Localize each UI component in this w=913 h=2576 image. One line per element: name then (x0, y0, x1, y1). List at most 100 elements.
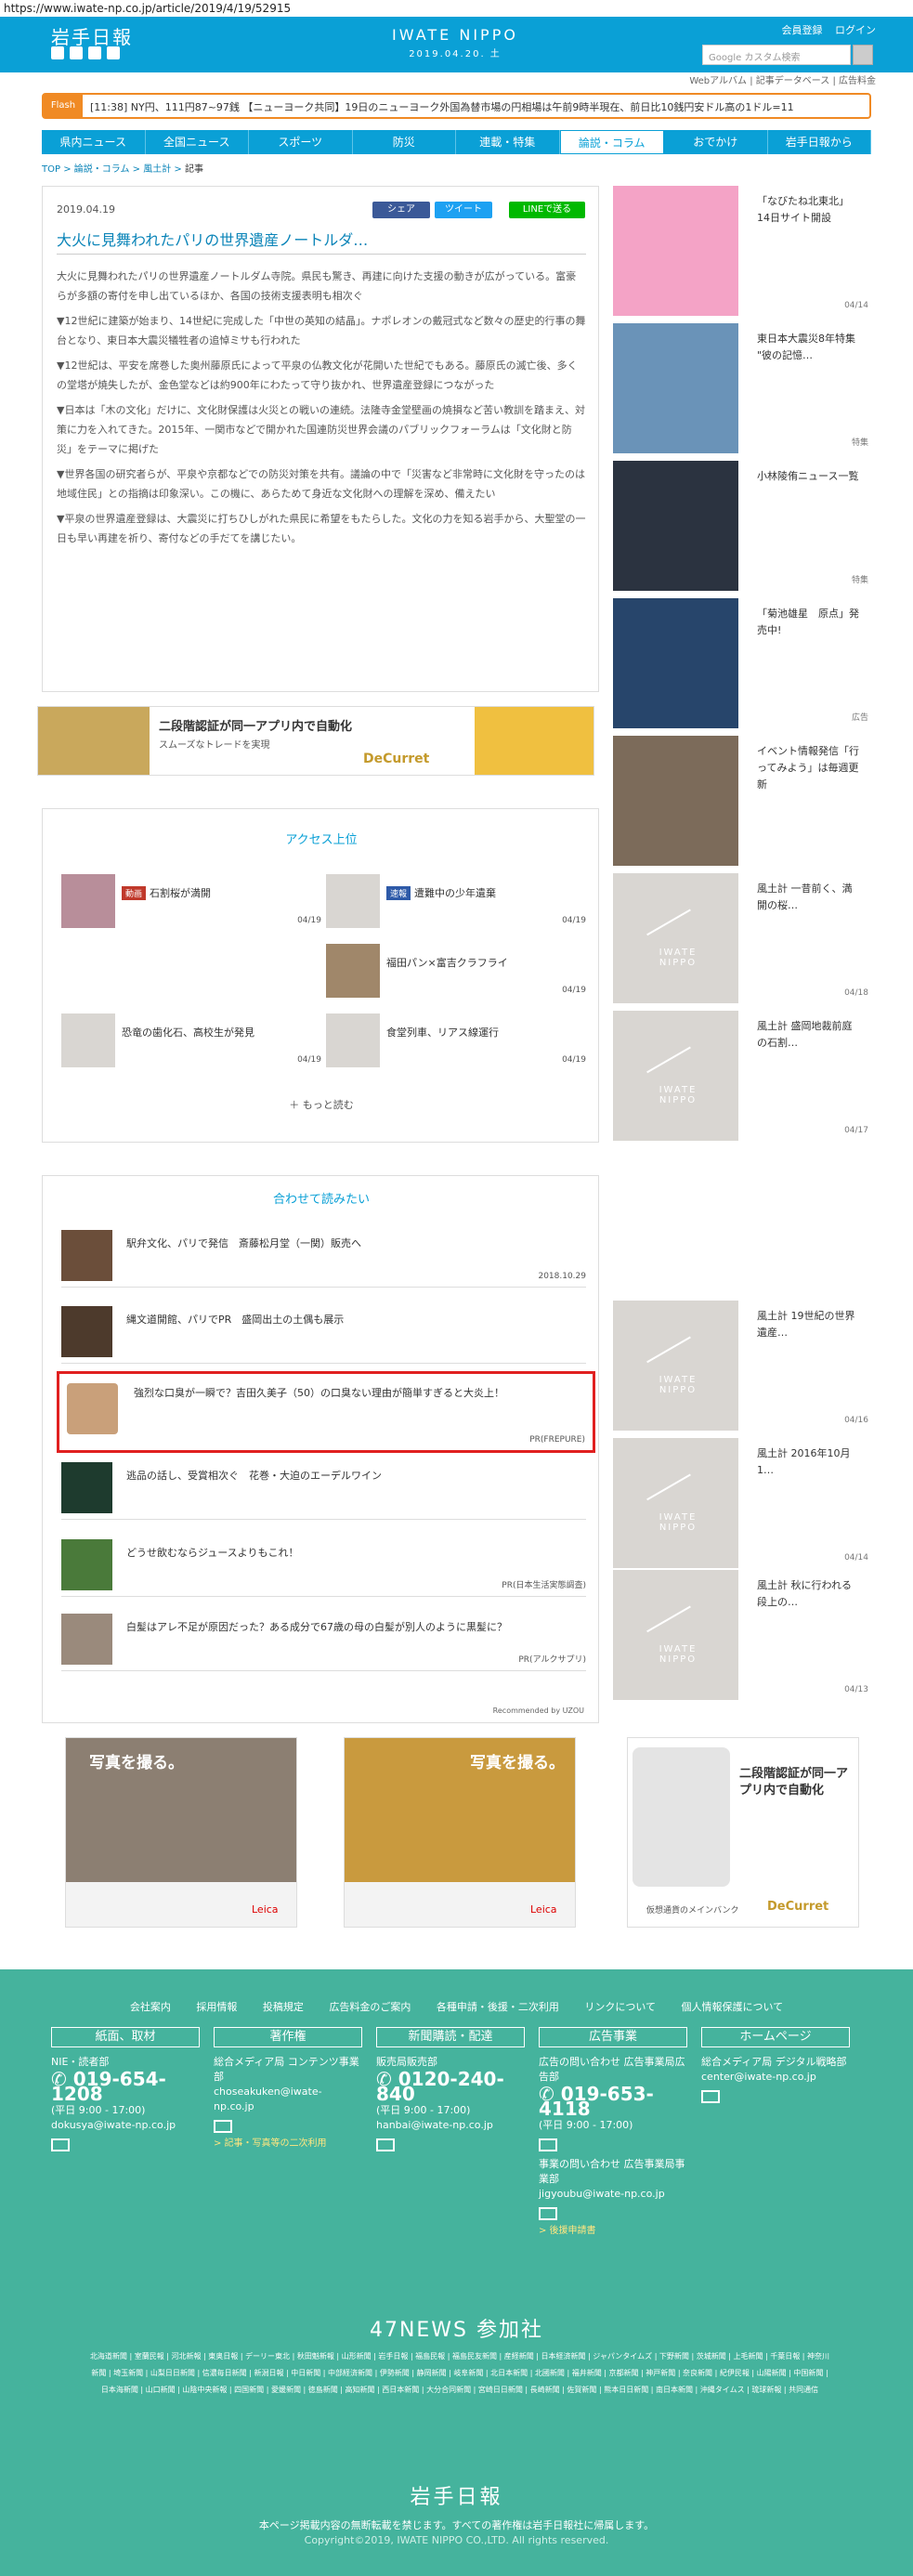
sidebar-date: 04/17 (844, 1126, 868, 1135)
web-album-link[interactable]: Webアルバム (689, 76, 747, 86)
nav-series[interactable]: 連載・特集 (456, 130, 560, 154)
contact-email[interactable]: jigyoubu@iwate-np.co.jp (539, 2187, 687, 2202)
nav-prefecture-news[interactable]: 県内ニュース (42, 130, 146, 154)
breadcrumb-editorial[interactable]: 論説・コラム (74, 164, 130, 175)
sidebar-item[interactable]: IWATE NIPPO 風土計 盛岡地裁前庭の石割… 04/17 (613, 1011, 878, 1141)
mail-icon[interactable] (214, 2120, 232, 2133)
contact-email[interactable]: center@iwate-np.co.jp (701, 2070, 850, 2085)
search-button[interactable] (853, 45, 873, 65)
login-link[interactable]: ログイン (835, 24, 876, 36)
read-more-button[interactable]: ＋ もっと読む (43, 1097, 600, 1112)
related-item[interactable]: 白髪はアレ不足が原因だった？ある成分で67歳の母の白髪が別人のように黒髪に？ P… (61, 1606, 586, 1671)
mail-icon[interactable] (376, 2138, 395, 2151)
sidebar-item[interactable]: 「菊池雄星 原点」発売中! 広告 (613, 598, 878, 728)
facebook-icon[interactable] (70, 46, 83, 59)
banner-ad[interactable]: 二段階認証が同一アプリ内で自動化 スムーズなトレードを実現 DeCurret (37, 706, 594, 776)
nav-editorial[interactable]: 論説・コラム (559, 130, 664, 154)
footer-link[interactable]: 採用情報 (196, 2001, 237, 2013)
line-share-button[interactable]: LINEで送る (509, 202, 585, 218)
nav-national-news[interactable]: 全国ニュース (146, 130, 249, 154)
footer-link[interactable]: リンクについて (584, 2001, 656, 2013)
footer-link[interactable]: 会社案内 (130, 2001, 171, 2013)
ranking-item[interactable]: 速報 遭難中の少年遺棄 04/19 (326, 874, 586, 930)
breadcrumb-top[interactable]: TOP (42, 164, 60, 175)
highlighted-ad-item[interactable]: 強烈な口臭が一瞬で？吉田久美子（50）の口臭ない理由が簡単すぎると大炎上！ PR… (57, 1371, 595, 1453)
contact-heading: ホームページ (701, 2027, 850, 2047)
nav-sports[interactable]: スポーツ (249, 130, 353, 154)
ranking-item[interactable]: 福田パン×富吉クラフライ 04/19 (326, 944, 586, 1000)
photo-ad-left[interactable]: 写真を撮る。 Leica (65, 1737, 297, 1928)
related-item[interactable]: 逃品の話し、受賞相次ぐ 花巻・大迫のエーデルワイン (61, 1455, 586, 1520)
photo-ad-right[interactable]: 写真を撮る。 Leica (344, 1737, 576, 1928)
ad-headline: 二段階認証が同一アプリ内で自動化 (159, 720, 353, 734)
ranking-date: 04/19 (562, 1055, 586, 1065)
related-item[interactable]: 駅弁文化、パリで発信 斎藤松月堂（一関）販売へ 2018.10.29 (61, 1223, 586, 1288)
nav-from-nippo[interactable]: 岩手日報から (768, 130, 871, 154)
ranking-item[interactable]: 食堂列車、リアス線運行 04/19 (326, 1013, 586, 1069)
sidebar-date: 特集 (851, 438, 868, 448)
sidebar-item[interactable]: 小林陵侑ニュース一覧 特集 (613, 461, 878, 591)
contact-subscription: 新聞購読・配達 販売局販売部 ✆ 0120-240-840 (平日 9:00 -… (376, 2027, 525, 2151)
mail-icon[interactable] (107, 46, 120, 59)
contact-label: 広告の問い合わせ 広告事業局広告部 (539, 2056, 685, 2083)
nav-disaster[interactable]: 防災 (353, 130, 456, 154)
site-logo[interactable]: 岩手日報 (51, 22, 133, 49)
phone-number[interactable]: ✆ 019-653-4118 (539, 2085, 687, 2118)
sidebar-item[interactable]: IWATE NIPPO 風土計 19世紀の世界遺産… 04/16 (613, 1301, 878, 1431)
sidebar-item[interactable]: イベント情報発信「行ってみよう」は毎週更新 (613, 736, 878, 866)
related-item[interactable]: 縄文道開館、パリでPR 盛岡出土の土偶も展示 (61, 1299, 586, 1364)
contact-email[interactable]: dokusya@iwate-np.co.jp (51, 2118, 200, 2133)
sidebar-text: 風土計 一昔前く、満開の桜… (757, 883, 853, 911)
partner-papers[interactable]: 北海道新聞 | 室蘭民報 | 河北新報 | 東奥日報 | デーリー東北 | 秋田… (88, 2348, 831, 2399)
related-text: 駅弁文化、パリで発信 斎藤松月堂（一関）販売へ (126, 1237, 361, 1249)
phone-number[interactable]: ✆ 0120-240-840 (376, 2070, 525, 2103)
related-date: 2018.10.29 (538, 1272, 586, 1281)
footer-link[interactable]: 投稿規定 (263, 2001, 304, 2013)
square-ad[interactable]: 二段階認証が同一アプリ内で自動化 仮想通貨のメインバンク DeCurret (627, 1737, 859, 1928)
ranking-item[interactable]: 恐竜の歯化石、高校生が発見 04/19 (61, 1013, 321, 1069)
url-bar[interactable]: https://www.iwate-np.co.jp/article/2019/… (0, 0, 913, 17)
contact-email[interactable]: choseakuken@iwate-np.co.jp (214, 2085, 362, 2114)
footer-link[interactable]: 個人情報保護について (682, 2001, 784, 2013)
mail-icon[interactable] (701, 2090, 720, 2103)
facebook-share-button[interactable]: シェア (372, 202, 430, 218)
ad-brand: DeCurret (363, 752, 430, 766)
sidebar-item[interactable]: 東日本大震災8年特集 "彼の記憶… 特集 (613, 323, 878, 453)
sidebar-item[interactable]: IWATE NIPPO 風土計 2016年10月1… 04/14 (613, 1438, 878, 1568)
mail-icon[interactable] (51, 2138, 70, 2151)
instagram-icon[interactable] (88, 46, 101, 59)
mail-icon[interactable] (539, 2207, 557, 2220)
footer-link[interactable]: 広告料金のご案内 (329, 2001, 411, 2013)
related-thumb (61, 1230, 112, 1281)
flash-text[interactable]: [11:38] NY円、111円87~97銭 【ニューヨーク共同】19日のニュー… (90, 99, 866, 114)
account-links: 会員登録 ログイン (773, 22, 877, 37)
twitter-share-button[interactable]: ツイート (435, 202, 492, 218)
sidebar-item[interactable]: IWATE NIPPO 風土計 秋に行われる段上の… 04/13 (613, 1570, 878, 1700)
sidebar-item[interactable]: IWATE NIPPO 風土計 一昔前く、満開の桜… 04/18 (613, 873, 878, 1003)
sidebar-item[interactable]: 「なびたね北東北」14日サイト開設 04/14 (613, 186, 878, 316)
phone-number[interactable]: ✆ 019-654-1208 (51, 2070, 200, 2103)
related-item[interactable]: どうせ飲むならジュースよりもこれ！ PR(日本生活実態調査) (61, 1532, 586, 1597)
footer-link[interactable]: 各種申請・後援・二次利用 (437, 2001, 559, 2013)
register-link[interactable]: 会員登録 (782, 24, 823, 36)
sponsorship-form-link[interactable]: > 後援申請書 (539, 2224, 687, 2239)
footer-links: 会社案内 採用情報 投稿規定 広告料金のご案内 各種申請・後援・二次利用 リンク… (0, 1999, 913, 2014)
ranking-item[interactable]: 動画 石割桜が満開 04/19 (61, 874, 321, 930)
ranking-title: 福田パン×富吉クラフライ (386, 957, 508, 969)
flash-ticker[interactable]: Flash [11:38] NY円、111円87~97銭 【ニューヨーク共同】1… (42, 93, 871, 119)
placeholder-logo-thumb: IWATE NIPPO (613, 1301, 738, 1431)
search-input[interactable]: Google カスタム検索 (702, 45, 851, 65)
nav-outing[interactable]: おでかけ (664, 130, 768, 154)
related-text: 白髪はアレ不足が原因だった？ある成分で67歳の母の白髪が別人のように黒髪に？ (126, 1621, 507, 1633)
twitter-icon[interactable] (51, 46, 64, 59)
article-db-link[interactable]: 記事データベース (756, 76, 830, 86)
related-text: どうせ飲むならジュースよりもこれ！ (126, 1547, 299, 1559)
breadcrumb-fudokei[interactable]: 風土計 (143, 164, 171, 175)
ranking-thumb (326, 1013, 380, 1067)
sidebar-thumb (613, 736, 738, 866)
contact-email[interactable]: hanbai@iwate-np.co.jp (376, 2118, 525, 2133)
mail-icon[interactable] (539, 2138, 557, 2151)
article-paragraph: ▼世界各国の研究者らが、平泉や京都などでの防災対策を共有。議論の中で「災害など非… (57, 468, 586, 500)
ad-rates-link[interactable]: 広告料金 (839, 76, 876, 86)
secondary-use-link[interactable]: > 記事・写真等の二次利用 (214, 2137, 362, 2151)
